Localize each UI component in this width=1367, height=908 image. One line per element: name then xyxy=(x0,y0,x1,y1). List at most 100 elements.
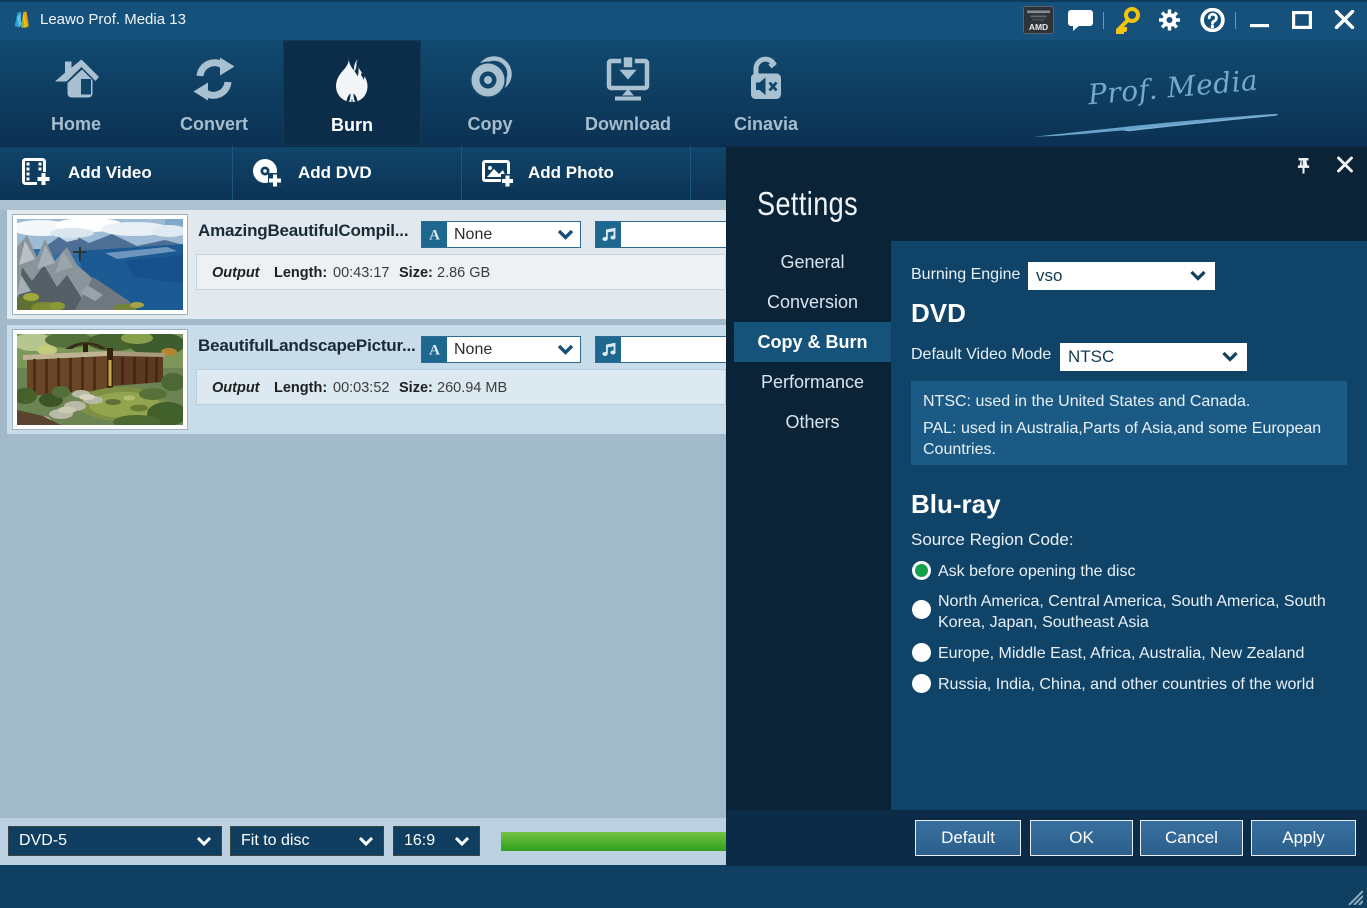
bluray-heading: Blu-ray xyxy=(911,489,1001,520)
output-info-bar: Output Length: 00:03:52 Size: 260.94 MB xyxy=(196,369,726,405)
add-photo-icon xyxy=(482,158,514,188)
video-mode-select[interactable]: NTSC xyxy=(1060,343,1247,371)
panel-close-icon[interactable] xyxy=(1336,156,1354,173)
burning-engine-label: Burning Engine xyxy=(911,266,1020,284)
default-button[interactable]: Default xyxy=(915,820,1021,856)
nav-tab-download[interactable]: Download xyxy=(559,40,697,146)
radio xyxy=(912,643,931,662)
cinavia-lock-icon xyxy=(697,54,835,104)
help-icon[interactable] xyxy=(1200,8,1225,32)
add-photo-button[interactable]: Add Photo xyxy=(462,146,690,200)
fit-mode-select[interactable]: Fit to disc xyxy=(230,826,384,856)
apply-button[interactable]: Apply xyxy=(1251,820,1356,856)
home-icon-glyph xyxy=(53,56,99,102)
ok-button[interactable]: OK xyxy=(1030,820,1133,856)
region-code-label: Source Region Code: xyxy=(911,530,1074,550)
settings-content: Burning Engine vso DVD Default Video Mod… xyxy=(891,241,1367,810)
nav-tab-convert[interactable]: Convert xyxy=(145,40,283,146)
nav-bar: Home Convert xyxy=(0,40,1367,146)
home-icon xyxy=(7,54,145,104)
subtitle-value: None xyxy=(454,226,492,244)
select-field[interactable]: None xyxy=(447,222,580,247)
burning-engine-select[interactable]: vso xyxy=(1028,262,1215,290)
titlebar-separator xyxy=(1103,12,1104,29)
disc-type-select[interactable]: DVD-5 xyxy=(8,826,222,856)
cancel-button[interactable]: Cancel xyxy=(1140,820,1243,856)
add-dvd-button[interactable]: Add DVD xyxy=(233,146,461,200)
select-field[interactable] xyxy=(621,337,726,362)
audio-select[interactable] xyxy=(595,336,726,363)
settings-tabs: General Conversion Copy & Burn Performan… xyxy=(734,242,891,442)
subtitle-a-icon: A xyxy=(422,222,447,247)
disc-capacity-bar xyxy=(501,832,726,851)
music-note-glyph xyxy=(601,227,617,242)
pin-icon[interactable] xyxy=(1295,155,1312,176)
amd-radeon-badge-icon[interactable]: AMD xyxy=(1023,6,1054,34)
svg-text:AMD: AMD xyxy=(1029,22,1048,32)
video-title: BeautifulLandscapePictur... xyxy=(198,336,416,356)
video-row-2[interactable]: BeautifulLandscapePictur... A None xyxy=(7,325,726,434)
radio xyxy=(912,600,931,619)
select-field[interactable]: None xyxy=(447,337,580,362)
titlebar: Leawo Prof. Media 13 AMD xyxy=(0,0,1367,40)
subtitle-select[interactable]: A None xyxy=(421,221,581,248)
ntsc-note: NTSC: used in the United States and Cana… xyxy=(923,391,1335,412)
subtitle-value: None xyxy=(454,341,492,359)
subtitle-select[interactable]: A None xyxy=(421,336,581,363)
output-label: Output xyxy=(212,265,260,281)
settings-tab-general[interactable]: General xyxy=(734,242,891,282)
thumbnail-image xyxy=(17,334,183,425)
convert-icon-glyph xyxy=(191,56,237,102)
window-title: Leawo Prof. Media 13 xyxy=(40,11,186,28)
video-mode-label: Default Video Mode xyxy=(911,346,1051,364)
subtitle-a-icon: A xyxy=(422,337,447,362)
video-mode-note: NTSC: used in the United States and Cana… xyxy=(911,381,1347,465)
close-button[interactable] xyxy=(1334,10,1355,29)
select-field[interactable] xyxy=(621,222,726,247)
settings-panel: Settings General Conversion Copy & Burn … xyxy=(726,147,1367,866)
subtitle-a-glyph: A xyxy=(427,227,442,242)
copy-disc-icon-glyph xyxy=(467,56,513,102)
leawo-logo-icon xyxy=(14,10,34,29)
download-icon-glyph xyxy=(604,56,652,102)
resize-grip[interactable] xyxy=(1343,885,1363,905)
nav-tab-cinavia[interactable]: Cinavia xyxy=(697,40,835,146)
video-thumbnail-1 xyxy=(13,215,187,314)
radio xyxy=(912,674,931,693)
register-key-icon[interactable] xyxy=(1113,7,1141,34)
app-window: Leawo Prof. Media 13 AMD xyxy=(0,0,1367,908)
radio-selected xyxy=(912,561,931,580)
bottom-toolbar: DVD-5 Fit to disc 16:9 xyxy=(0,818,726,865)
settings-tab-copy-burn[interactable]: Copy & Burn xyxy=(734,322,891,362)
list-top-strip xyxy=(0,200,726,210)
settings-tab-others[interactable]: Others xyxy=(734,402,891,442)
aspect-ratio-select[interactable]: 16:9 xyxy=(393,826,480,856)
chevron-down-icon xyxy=(197,837,211,846)
settings-tab-performance[interactable]: Performance xyxy=(734,362,891,402)
size-value: 2.86 GB xyxy=(437,265,490,281)
nav-tab-burn[interactable]: Burn xyxy=(283,40,421,146)
size-label: Size: xyxy=(399,380,433,396)
nav-tab-copy[interactable]: Copy xyxy=(421,40,559,146)
video-thumbnail-2 xyxy=(13,330,187,429)
music-note-icon xyxy=(596,222,621,247)
feedback-message-icon[interactable] xyxy=(1068,10,1093,31)
size-value: 260.94 MB xyxy=(437,380,507,396)
video-row-1[interactable]: AmazingBeautifulCompil... A None xyxy=(7,210,726,319)
audio-select[interactable] xyxy=(595,221,726,248)
brand-swoosh xyxy=(1030,106,1296,140)
minimize-button[interactable] xyxy=(1249,10,1270,29)
cinavia-lock-icon-glyph xyxy=(743,55,789,103)
add-video-button[interactable]: Add Video xyxy=(0,146,232,200)
svg-text:A: A xyxy=(429,228,440,243)
settings-gear-icon[interactable] xyxy=(1157,8,1182,32)
copy-disc-icon xyxy=(421,54,559,104)
add-video-film-icon xyxy=(22,158,50,188)
maximize-button[interactable] xyxy=(1292,11,1312,29)
toolbar-separator xyxy=(690,146,691,200)
settings-tab-conversion[interactable]: Conversion xyxy=(734,282,891,322)
nav-tab-home[interactable]: Home xyxy=(7,40,145,146)
chevron-down-icon xyxy=(558,345,573,355)
add-dvd-disc-icon xyxy=(252,158,282,188)
titlebar-separator xyxy=(1235,12,1236,29)
